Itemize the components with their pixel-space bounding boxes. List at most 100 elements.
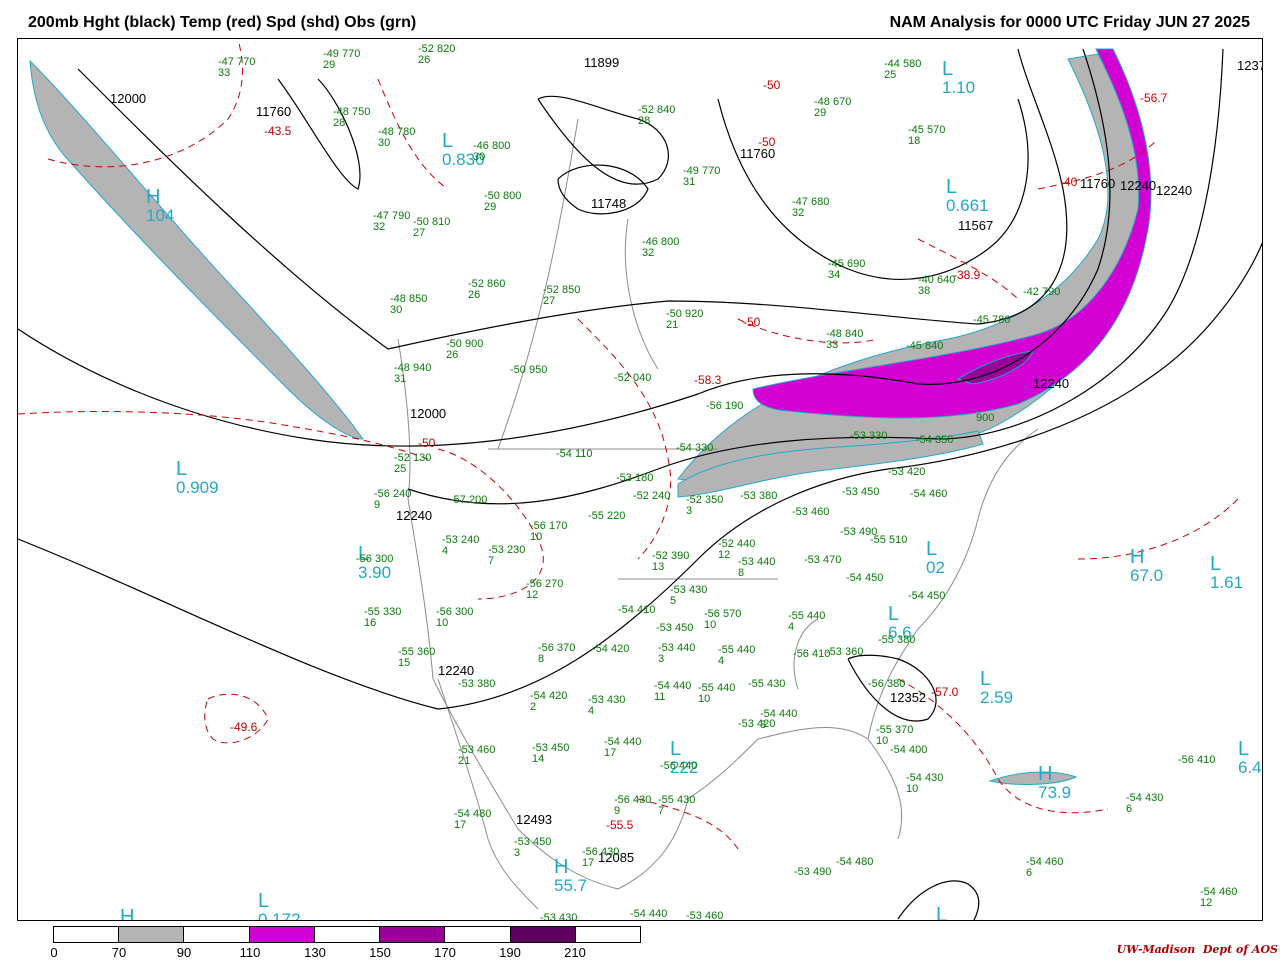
obs-height: 900 (976, 412, 995, 424)
legend-tick-label: 0 (50, 945, 58, 960)
obs-temp: -45 (973, 314, 989, 326)
obs-height: 330 (868, 430, 888, 442)
obs-temp: -56 (706, 400, 722, 412)
obs-height: 440 (736, 538, 756, 550)
station-obs: -50 800 29 (484, 191, 521, 213)
obs-height: 440 (672, 680, 692, 692)
obs-temp: -54 (592, 643, 608, 655)
obs-temp: -50 (510, 364, 526, 376)
obs-height: 670 (832, 96, 852, 108)
obs-height: 790 (391, 210, 411, 222)
station-obs: -53 420 (738, 719, 775, 730)
obs-height: 580 (902, 58, 922, 70)
station-obs: -55 430 7 (658, 795, 695, 817)
height-label: 12240 (1033, 376, 1070, 391)
legend-tick-label: 110 (239, 945, 261, 960)
station-obs: -53 440 8 (738, 557, 775, 579)
obs-height: 420 (610, 643, 630, 655)
obs-temp: -53 (840, 526, 856, 538)
legend-swatch (575, 927, 640, 942)
obs-height: 270 (544, 578, 564, 590)
obs-height: 040 (632, 372, 652, 384)
obs-height: 410 (636, 604, 656, 616)
obs-dewpoint: 21 (458, 755, 471, 767)
station-obs: -53 450 14 (532, 743, 569, 765)
station-obs: -52 840 28 (638, 105, 675, 127)
obs-temp: -55 (870, 534, 886, 546)
obs-height: 820 (436, 43, 456, 55)
obs-dewpoint: 14 (532, 753, 545, 765)
obs-height: 860 (486, 278, 506, 290)
obs-temp: -53 (888, 466, 904, 478)
obs-height: 460 (1044, 856, 1064, 868)
temperature-label: -40 (1060, 175, 1078, 189)
obs-dewpoint: 10 (906, 783, 919, 795)
center-letter: L (942, 58, 954, 80)
obs-height: 460 (928, 488, 948, 500)
station-obs: -53 440 3 (658, 643, 695, 665)
legend-swatch (184, 927, 250, 942)
obs-dewpoint: 28 (333, 117, 346, 129)
obs-height: 430 (924, 772, 944, 784)
pressure-center-H: H 67.0 (1130, 547, 1163, 584)
station-obs: -46 800 30 (473, 141, 510, 163)
obs-height: 840 (844, 328, 864, 340)
obs-height: 780 (991, 314, 1011, 326)
obs-dewpoint: 8 (538, 653, 545, 665)
temperature-label: -50 (758, 135, 776, 149)
obs-height: 800 (660, 236, 680, 248)
station-obs: -53 180 (616, 473, 653, 484)
station-obs: -52 820 26 (418, 44, 455, 66)
legend-tick-label: 190 (499, 945, 521, 960)
obs-dewpoint: 26 (446, 349, 459, 361)
obs-temp: -55 (748, 678, 764, 690)
legend-tick-label: 70 (111, 945, 127, 960)
obs-height: 410 (1196, 754, 1216, 766)
center-letter: H (1130, 546, 1145, 568)
station-obs: -52 860 26 (468, 279, 505, 301)
legend-tick-label: 90 (176, 945, 192, 960)
obs-height: 440 (736, 644, 756, 656)
obs-temp: -42 (1023, 286, 1039, 298)
credit-org: UW-Madison (1116, 943, 1196, 956)
obs-height: 900 (464, 338, 484, 350)
legend-tick-label: 170 (434, 945, 456, 960)
obs-height: 570 (722, 608, 742, 620)
obs-height: 950 (528, 364, 548, 376)
obs-height: 420 (756, 718, 776, 730)
legend-tick-label: 130 (304, 945, 326, 960)
obs-height: 430 (632, 794, 652, 806)
station-obs: -48 850 30 (390, 294, 427, 316)
temperature-label: -58.3 (694, 373, 722, 387)
obs-dewpoint: 29 (814, 107, 827, 119)
obs-dewpoint: 26 (468, 289, 481, 301)
station-obs: -53 430 5 (670, 585, 707, 607)
obs-height: 480 (854, 856, 874, 868)
obs-dewpoint: 27 (413, 227, 426, 239)
center-value: 55.7 (554, 876, 588, 895)
station-obs: -48 670 29 (814, 97, 851, 119)
obs-height: 780 (396, 126, 416, 138)
obs-height: 750 (351, 106, 371, 118)
station-obs: -53 230 7 (488, 545, 525, 567)
obs-dewpoint: 29 (484, 201, 497, 213)
obs-height: 810 (431, 216, 451, 228)
obs-height: 420 (548, 690, 568, 702)
center-letter: L (1210, 553, 1222, 575)
station-obs: 900 (976, 413, 994, 424)
station-obs: -49 770 29 (323, 49, 360, 71)
height-label: 12000 (110, 91, 147, 106)
station-obs: -45 840 (906, 341, 943, 352)
obs-dewpoint: 31 (683, 176, 696, 188)
obs-dewpoint: 32 (373, 221, 386, 233)
station-obs: -53 460 (792, 507, 829, 518)
station-obs: -53 330 (850, 431, 887, 442)
obs-height: 430 (600, 846, 620, 858)
obs-height: 440 (622, 736, 642, 748)
station-obs: -47 770 33 (218, 57, 255, 79)
obs-height: 490 (812, 866, 832, 878)
obs-temp: -53 (540, 912, 556, 921)
station-obs: -56 570 10 (704, 609, 741, 631)
station-obs: -55 440 4 (718, 645, 755, 667)
center-letter: L (442, 130, 454, 152)
